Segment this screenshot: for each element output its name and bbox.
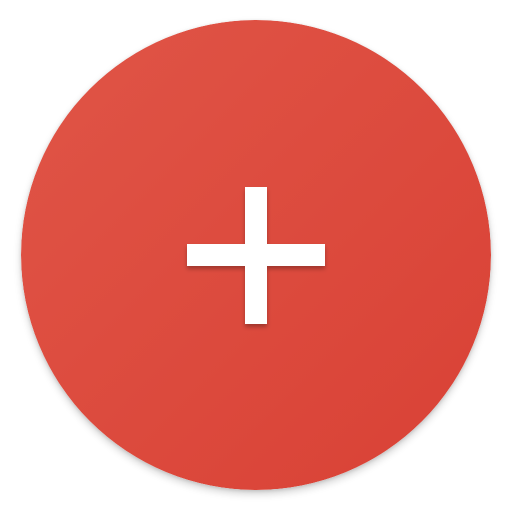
add-button[interactable] xyxy=(21,20,491,490)
app-icon-canvas xyxy=(0,0,512,512)
add-button-graphic xyxy=(21,20,491,490)
